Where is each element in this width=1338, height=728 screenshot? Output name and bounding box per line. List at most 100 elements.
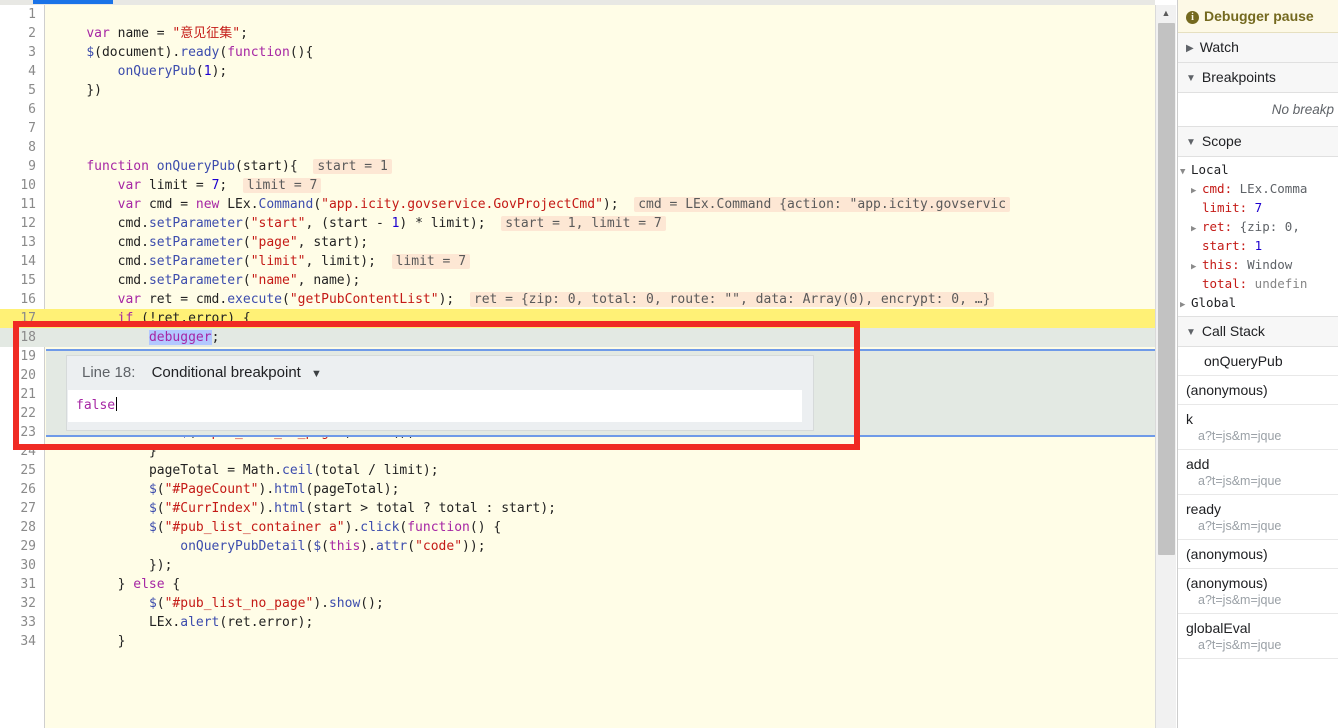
disclosure-triangle-icon[interactable]: ▶ — [1180, 296, 1191, 312]
scope-variable-row[interactable]: ▶ cmd: LEx.Comma — [1178, 179, 1338, 198]
line-number[interactable]: 29 — [0, 537, 36, 556]
line-number[interactable]: 4 — [0, 62, 36, 81]
code-line[interactable]: 9 function onQueryPub(start){ start = 1 — [0, 157, 1155, 176]
code-line[interactable]: 6 — [0, 100, 1155, 119]
code-line[interactable]: 32 $("#pub_list_no_page").show(); — [0, 594, 1155, 613]
active-tab-indicator[interactable] — [33, 0, 113, 4]
line-number[interactable]: 16 — [0, 290, 36, 309]
line-number[interactable]: 14 — [0, 252, 36, 271]
code-line[interactable]: 13 cmd.setParameter("page", start); — [0, 233, 1155, 252]
code-line[interactable]: 25 pageTotal = Math.ceil(total / limit); — [0, 461, 1155, 480]
code-line[interactable]: 14 cmd.setParameter("limit", limit); lim… — [0, 252, 1155, 271]
line-number[interactable]: 33 — [0, 613, 36, 632]
scroll-up-arrow-icon[interactable]: ▲ — [1156, 5, 1176, 22]
sidebar-section-breakpoints[interactable]: ▼ Breakpoints — [1178, 63, 1338, 93]
disclosure-triangle-icon[interactable]: ▶ — [1191, 258, 1202, 274]
code-line[interactable]: 4 onQueryPub(1); — [0, 62, 1155, 81]
line-number[interactable]: 30 — [0, 556, 36, 575]
line-number[interactable]: 26 — [0, 480, 36, 499]
code-line[interactable]: 2 var name = "意见征集"; — [0, 24, 1155, 43]
source-vertical-scrollbar[interactable]: ▲ — [1155, 5, 1176, 728]
line-number[interactable]: 24 — [0, 442, 36, 461]
line-number[interactable]: 1 — [0, 5, 36, 24]
scrollbar-thumb[interactable] — [1158, 23, 1175, 555]
scope-variable-row[interactable]: start: 1 — [1178, 236, 1338, 255]
line-number[interactable]: 32 — [0, 594, 36, 613]
code-line[interactable]: 3 $(document).ready(function(){ — [0, 43, 1155, 62]
line-number[interactable]: 10 — [0, 176, 36, 195]
scope-variable-row[interactable]: ▶ this: Window — [1178, 255, 1338, 274]
line-number[interactable]: 8 — [0, 138, 36, 157]
code-line[interactable]: 26 $("#PageCount").html(pageTotal); — [0, 480, 1155, 499]
code-line[interactable]: 5 }) — [0, 81, 1155, 100]
line-number[interactable]: 5 — [0, 81, 36, 100]
line-number[interactable]: 11 — [0, 195, 36, 214]
line-number[interactable]: 22 — [0, 404, 36, 423]
disclosure-triangle-icon[interactable]: ▶ — [1191, 182, 1202, 198]
code-line[interactable]: 16 var ret = cmd.execute("getPubContentL… — [0, 290, 1155, 309]
sidebar-section-scope[interactable]: ▼ Scope — [1178, 127, 1338, 157]
code-line[interactable]: 15 cmd.setParameter("name", name); — [0, 271, 1155, 290]
code-line[interactable]: 27 $("#CurrIndex").html(start > total ? … — [0, 499, 1155, 518]
code-line[interactable]: 30 }); — [0, 556, 1155, 575]
line-number[interactable]: 2 — [0, 24, 36, 43]
line-number[interactable]: 12 — [0, 214, 36, 233]
code-text: }) — [86, 83, 102, 98]
line-number[interactable]: 9 — [0, 157, 36, 176]
code-line[interactable]: 29 onQueryPubDetail($(this).attr("code")… — [0, 537, 1155, 556]
code-line[interactable]: 10 var limit = 7; limit = 7 — [0, 176, 1155, 195]
breakpoint-type-select[interactable]: Conditional breakpoint — [152, 364, 301, 381]
line-number[interactable]: 17 — [0, 309, 36, 328]
code-line[interactable]: 11 var cmd = new LEx.Command("app.icity.… — [0, 195, 1155, 214]
scope-variable-row[interactable]: ▼ Local — [1178, 160, 1338, 179]
code-line[interactable]: 24 } — [0, 442, 1155, 461]
conditional-breakpoint-editor[interactable]: Line 18: Conditional breakpoint ▼ false — [46, 349, 1155, 437]
call-stack-frame[interactable]: k a?t=js&m=jque — [1178, 405, 1338, 450]
line-number[interactable]: 6 — [0, 100, 36, 119]
code-line[interactable]: 33 LEx.alert(ret.error); — [0, 613, 1155, 632]
line-number[interactable]: 18 — [0, 328, 36, 347]
line-number[interactable]: 27 — [0, 499, 36, 518]
call-stack-frame[interactable]: add a?t=js&m=jque — [1178, 450, 1338, 495]
line-number[interactable]: 15 — [0, 271, 36, 290]
sidebar-section-callstack[interactable]: ▼ Call Stack — [1178, 317, 1338, 347]
line-number[interactable]: 25 — [0, 461, 36, 480]
scope-variable-row[interactable]: ▶ ret: {zip: 0, — [1178, 217, 1338, 236]
line-number[interactable]: 3 — [0, 43, 36, 62]
code-line[interactable]: 8 — [0, 138, 1155, 157]
scope-variable-row[interactable]: total: undefin — [1178, 274, 1338, 293]
breakpoint-condition-input[interactable]: false — [68, 390, 802, 422]
call-stack-frame[interactable]: ready a?t=js&m=jque — [1178, 495, 1338, 540]
scope-variable-row[interactable]: limit: 7 — [1178, 198, 1338, 217]
code-text: if (!ret.error) { — [117, 311, 251, 326]
call-stack-frame[interactable]: (anonymous) — [1178, 540, 1338, 569]
disclosure-triangle-icon[interactable]: ▼ — [1180, 163, 1191, 179]
line-number[interactable]: 21 — [0, 385, 36, 404]
code-line[interactable]: 7 — [0, 119, 1155, 138]
code-line[interactable]: 28 $("#pub_list_container a").click(func… — [0, 518, 1155, 537]
sidebar-section-watch[interactable]: ▶ Watch — [1178, 33, 1338, 63]
call-stack-frame-name: (anonymous) — [1186, 382, 1268, 398]
code-line[interactable]: 1 — [0, 5, 1155, 24]
disclosure-triangle-icon[interactable]: ▶ — [1191, 220, 1202, 236]
code-line[interactable]: 31 } else { — [0, 575, 1155, 594]
call-stack-frame[interactable]: (anonymous) a?t=js&m=jque — [1178, 569, 1338, 614]
line-number[interactable]: 34 — [0, 632, 36, 651]
code-text: var ret = cmd.execute("getPubContentList… — [55, 290, 995, 309]
chevron-down-icon[interactable]: ▼ — [311, 368, 322, 380]
code-line[interactable]: 17 if (!ret.error) { — [0, 309, 1155, 328]
code-line[interactable]: 18 debugger; — [0, 328, 1155, 347]
line-number[interactable]: 28 — [0, 518, 36, 537]
code-line[interactable]: 12 cmd.setParameter("start", (start - 1)… — [0, 214, 1155, 233]
line-number[interactable]: 31 — [0, 575, 36, 594]
call-stack-frame[interactable]: globalEval a?t=js&m=jque — [1178, 614, 1338, 659]
call-stack-frame[interactable]: (anonymous) — [1178, 376, 1338, 405]
line-number[interactable]: 19 — [0, 347, 36, 366]
line-number[interactable]: 13 — [0, 233, 36, 252]
scope-variable-row[interactable]: ▶ Global — [1178, 293, 1338, 312]
call-stack-frame[interactable]: ➤ onQueryPub — [1178, 347, 1338, 376]
line-number[interactable]: 7 — [0, 119, 36, 138]
line-number[interactable]: 23 — [0, 423, 36, 442]
code-line[interactable]: 34 } — [0, 632, 1155, 651]
line-number[interactable]: 20 — [0, 366, 36, 385]
